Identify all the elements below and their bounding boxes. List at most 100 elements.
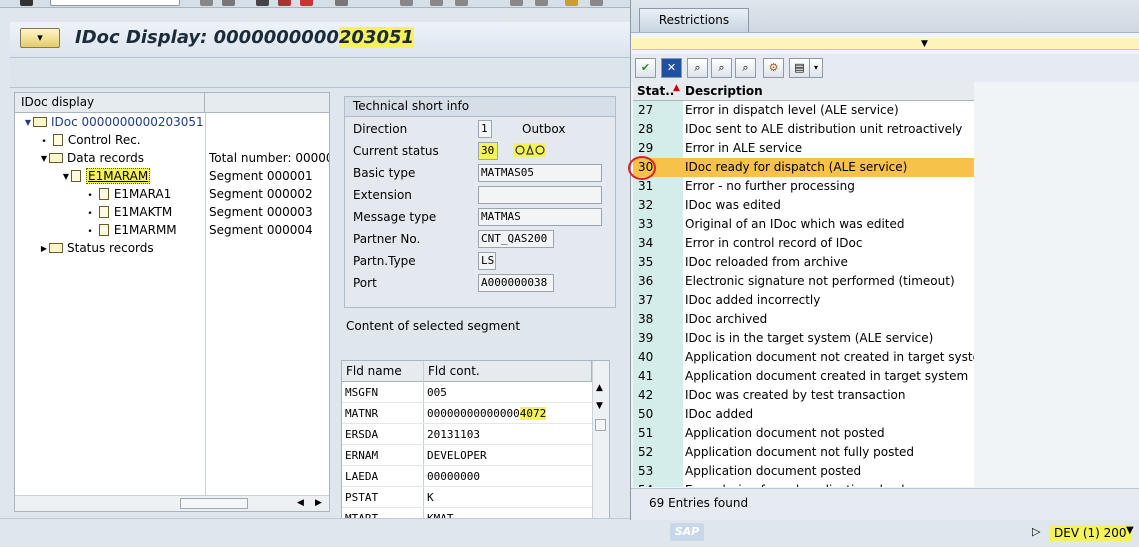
layout-icon[interactable] xyxy=(590,0,603,6)
basic-type-field[interactable]: MATMAS05 xyxy=(478,164,602,182)
partner-type-field[interactable]: LS xyxy=(478,252,496,270)
expand-down-icon[interactable]: ▼ xyxy=(61,168,71,186)
list-item[interactable]: 39 IDoc is in the target system (ALE serv… xyxy=(633,329,974,348)
list-item[interactable]: 30 IDoc ready for dispatch (ALE service) xyxy=(633,158,974,177)
save-icon[interactable] xyxy=(222,0,235,6)
status-code: 33 xyxy=(633,215,683,234)
nav-back-icon[interactable] xyxy=(256,0,269,6)
list-item[interactable]: 51 Application document not posted xyxy=(633,424,974,443)
list-item[interactable]: 33 Original of an IDoc which was edited xyxy=(633,215,974,234)
collapse-arrow-icon[interactable]: ▼ xyxy=(921,38,928,50)
status-code: 41 xyxy=(633,367,683,386)
col-header-fld-name[interactable]: Fld name xyxy=(342,361,424,381)
scroll-up-icon[interactable]: ▲ xyxy=(596,383,603,393)
status-code: 32 xyxy=(633,196,683,215)
current-status-field[interactable]: 30 xyxy=(478,142,498,160)
direction-field[interactable]: 1 xyxy=(478,120,492,138)
cancel-icon[interactable] xyxy=(300,0,313,6)
scrollbar-thumb[interactable] xyxy=(595,419,606,431)
find-icon[interactable] xyxy=(400,0,413,6)
find-next-icon[interactable]: ⌕ xyxy=(711,58,732,78)
list-item[interactable]: 31 Error - no further processing xyxy=(633,177,974,196)
status-description: Application document created in target s… xyxy=(685,369,969,383)
new-session-icon[interactable] xyxy=(510,0,523,6)
expand-right-icon[interactable]: ▶ xyxy=(39,240,49,258)
list-item[interactable]: 37 IDoc added incorrectly xyxy=(633,291,974,310)
binoculars-icon[interactable]: ⌕ xyxy=(735,58,756,78)
chevron-down-icon[interactable]: ▾ xyxy=(809,58,823,78)
enter-icon[interactable] xyxy=(20,0,33,6)
list-item[interactable]: 42 IDoc was created by test transaction xyxy=(633,386,974,405)
restrictions-collapse-strip[interactable] xyxy=(632,38,1139,50)
table-row[interactable]: MATNR 000000000000004072 xyxy=(342,403,592,424)
scroll-down-icon[interactable]: ▼ xyxy=(596,401,603,411)
tree-node-control[interactable]: • Control Rec. xyxy=(39,131,140,149)
tree-node-status-records[interactable]: ▶ Status records xyxy=(39,239,154,257)
col-header-status[interactable]: Stat.. xyxy=(637,82,674,100)
list-item[interactable]: 36 Electronic signature not performed (ti… xyxy=(633,272,974,291)
find-icon[interactable]: ⌕ xyxy=(687,58,708,78)
tree-horizontal-scrollbar[interactable]: ◀ ▶ xyxy=(15,495,329,511)
list-item[interactable]: 28 IDoc sent to ALE distribution unit ret… xyxy=(633,120,974,139)
table-row[interactable]: LAEDA 00000000 xyxy=(342,466,592,487)
list-item[interactable]: 53 Application document posted xyxy=(633,462,974,481)
scroll-left-icon[interactable]: ◀ xyxy=(297,496,304,511)
tree-node-root[interactable]: ▼ IDoc 0000000000203051 xyxy=(23,113,204,131)
partner-no-field[interactable]: CNT_QAS200 xyxy=(478,230,554,248)
page-down-icon[interactable] xyxy=(455,0,468,6)
list-item[interactable]: 50 IDoc added xyxy=(633,405,974,424)
title-prefix: IDoc Display: xyxy=(75,27,214,48)
shortcut-icon[interactable] xyxy=(535,0,548,6)
print-icon[interactable]: ▤ xyxy=(789,58,810,78)
table-row[interactable]: ERSDA 20131103 xyxy=(342,424,592,445)
system-dropdown-icon[interactable]: ▼ xyxy=(1126,525,1134,536)
tree-node-data-records[interactable]: ▼ Data records xyxy=(39,149,144,167)
list-item[interactable]: 40 Application document not created in ta… xyxy=(633,348,974,367)
list-item[interactable]: 52 Application document not fully posted xyxy=(633,443,974,462)
table-row[interactable]: ERNAM DEVELOPER xyxy=(342,445,592,466)
check-icon[interactable]: ✔ xyxy=(635,58,656,78)
page-up-icon[interactable] xyxy=(430,0,443,6)
settings-icon[interactable]: ⚙ xyxy=(763,58,784,78)
table-row[interactable]: PSTAT K xyxy=(342,487,592,508)
port-field[interactable]: A000000038 xyxy=(478,274,554,292)
col-header-fld-cont[interactable]: Fld cont. xyxy=(424,361,592,381)
tree-header: IDoc display xyxy=(15,93,329,113)
list-item[interactable]: 38 IDoc archived xyxy=(633,310,974,329)
print-icon[interactable] xyxy=(335,0,348,6)
list-item[interactable]: 27 Error in dispatch level (ALE service) xyxy=(633,101,974,120)
expand-down-icon[interactable]: ▼ xyxy=(23,114,33,132)
exit-icon[interactable] xyxy=(278,0,291,6)
segment-content-label: Content of selected segment xyxy=(346,319,521,333)
list-item[interactable]: 54Error during formal application check xyxy=(633,481,974,487)
message-type-field[interactable]: MATMAS xyxy=(478,208,602,226)
scrollbar-thumb[interactable] xyxy=(180,498,248,509)
scroll-right-icon[interactable]: ▶ xyxy=(315,496,322,511)
menu-icon[interactable]: ▾ xyxy=(20,28,60,48)
close-icon[interactable]: ✕ xyxy=(661,58,682,78)
direction-label: Direction xyxy=(353,122,408,136)
tree-node-segment[interactable]: • E1MARA1 xyxy=(85,185,171,203)
expand-down-icon[interactable]: ▼ xyxy=(39,150,49,168)
command-field[interactable] xyxy=(50,0,180,6)
help-icon[interactable] xyxy=(565,0,578,6)
back-icon[interactable] xyxy=(200,0,213,6)
col-header-description[interactable]: Description xyxy=(685,82,763,100)
tab-restrictions[interactable]: Restrictions xyxy=(639,8,749,32)
list-item[interactable]: 29 Error in ALE service xyxy=(633,139,974,158)
tree-node-segment[interactable]: ▼ E1MARAM xyxy=(61,167,151,186)
list-item[interactable]: 41 Application document created in target… xyxy=(633,367,974,386)
field-value: 005 xyxy=(427,386,447,399)
list-item[interactable]: 32 IDoc was edited xyxy=(633,196,974,215)
extension-field[interactable] xyxy=(478,186,602,204)
tree-node-segment[interactable]: • E1MAKTM xyxy=(85,203,172,221)
table-row[interactable]: MSGFN 005 xyxy=(342,382,592,403)
list-item[interactable]: 34 Error in control record of IDoc xyxy=(633,234,974,253)
tree-node-segment[interactable]: • E1MARMM xyxy=(85,221,176,239)
field-name: MATNR xyxy=(345,407,379,420)
segment-vertical-scrollbar[interactable]: ▲ ▼ xyxy=(592,361,609,519)
basic-type-label: Basic type xyxy=(353,166,416,180)
list-item[interactable]: 35 IDoc reloaded from archive xyxy=(633,253,974,272)
play-icon[interactable]: ▷ xyxy=(1032,525,1040,538)
segment-name: E1MARAM xyxy=(86,168,151,184)
